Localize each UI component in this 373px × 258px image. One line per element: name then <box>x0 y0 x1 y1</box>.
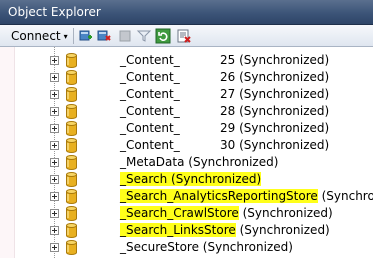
tree-node[interactable]: _MetaData (Synchronized) <box>0 154 373 171</box>
database-label[interactable]: _Search_LinksStore (Synchronized) <box>120 222 330 239</box>
database-status: (Synchronized) <box>198 240 293 254</box>
expand-icon[interactable] <box>50 226 59 235</box>
database-name: _SecureStore <box>120 240 199 254</box>
database-status[interactable]: 25 (Synchronized) <box>220 52 329 69</box>
database-name[interactable]: _Content_ <box>120 69 180 86</box>
expand-icon[interactable] <box>50 141 59 150</box>
database-icon <box>66 223 77 238</box>
database-status[interactable]: 28 (Synchronized) <box>220 103 329 120</box>
database-name[interactable]: _Content_ <box>120 52 180 69</box>
connect-button[interactable]: Connect ▾ <box>11 28 68 44</box>
database-icon <box>66 206 77 221</box>
tree-node[interactable]: _Content_ 27 (Synchronized) <box>0 86 373 103</box>
connect-label: Connect <box>11 29 61 43</box>
expand-icon[interactable] <box>50 209 59 218</box>
database-icon <box>66 138 77 153</box>
window-title: Object Explorer <box>8 5 101 19</box>
expand-icon[interactable] <box>50 175 59 184</box>
database-icon <box>66 155 77 170</box>
database-status[interactable]: 26 (Synchronized) <box>220 69 329 86</box>
database-icon <box>66 240 77 255</box>
toolbar: Connect ▾ <box>0 25 373 47</box>
tree-node[interactable]: _Content_ 30 (Synchronized) <box>0 137 373 154</box>
expand-icon[interactable] <box>50 56 59 65</box>
database-status: (Synchronized) <box>321 189 373 203</box>
database-name[interactable]: _Content_ <box>120 137 180 154</box>
tree-node[interactable]: _SecureStore (Synchronized) <box>0 239 373 256</box>
filter-icon[interactable] <box>136 28 152 44</box>
disconnect-server-icon[interactable] <box>96 28 112 44</box>
database-status[interactable]: 29 (Synchronized) <box>220 120 329 137</box>
toolbar-separator <box>73 28 74 44</box>
chevron-down-icon[interactable]: ▾ <box>64 32 68 41</box>
database-status: (Synchronized) <box>184 155 279 169</box>
database-name: _Search <box>120 172 168 186</box>
refresh-icon[interactable] <box>155 28 171 44</box>
database-label[interactable]: _Search_CrawlStore (Synchronized) <box>120 205 333 222</box>
database-name[interactable]: _Content_ <box>120 103 180 120</box>
database-label[interactable]: _SecureStore (Synchronized) <box>120 239 293 256</box>
tree-node[interactable]: _Content_ 25 (Synchronized) <box>0 52 373 69</box>
tree-node[interactable]: _Content_ 29 (Synchronized) <box>0 120 373 137</box>
database-label[interactable]: _Search_AnalyticsReportingStore (Synchro… <box>120 188 373 205</box>
database-icon <box>66 189 77 204</box>
tree-node[interactable]: _Content_ 26 (Synchronized) <box>0 69 373 86</box>
database-name: _Search_CrawlStore <box>120 206 239 220</box>
expand-icon[interactable] <box>50 90 59 99</box>
tree-node[interactable]: _Search_CrawlStore (Synchronized) <box>0 205 373 222</box>
database-name[interactable]: _Content_ <box>120 120 180 137</box>
database-icon <box>66 87 77 102</box>
stop-icon[interactable] <box>117 28 133 44</box>
database-name: _Search_LinksStore <box>120 223 236 237</box>
database-name[interactable]: _Content_ <box>120 86 180 103</box>
expand-icon[interactable] <box>50 243 59 252</box>
database-status: (Synchronized) <box>238 206 333 220</box>
expand-icon[interactable] <box>50 73 59 82</box>
expand-icon[interactable] <box>50 124 59 133</box>
database-icon <box>66 70 77 85</box>
database-status: (Synchronized) <box>235 223 330 237</box>
database-label[interactable]: _MetaData (Synchronized) <box>120 154 278 171</box>
database-icon <box>66 172 77 187</box>
tree-node[interactable]: _Search (Synchronized) <box>0 171 373 188</box>
expand-icon[interactable] <box>50 158 59 167</box>
window-titlebar: Object Explorer <box>0 0 373 25</box>
summary-report-icon[interactable] <box>176 28 192 44</box>
object-explorer-tree[interactable]: _Content_ 25 (Synchronized) _Content_ 26 (S… <box>0 47 373 258</box>
database-name: _Search_AnalyticsReportingStore <box>120 189 318 203</box>
database-status: (Synchronized) <box>167 172 262 186</box>
database-icon <box>66 121 77 136</box>
database-icon <box>66 53 77 68</box>
connect-server-icon[interactable] <box>78 28 94 44</box>
expand-icon[interactable] <box>50 192 59 201</box>
expand-icon[interactable] <box>50 107 59 116</box>
database-status[interactable]: 27 (Synchronized) <box>220 86 329 103</box>
tree-node[interactable]: _Search_AnalyticsReportingStore (Synchro… <box>0 188 373 205</box>
database-label[interactable]: _Search (Synchronized) <box>120 171 262 188</box>
tree-node[interactable]: _Search_LinksStore (Synchronized) <box>0 222 373 239</box>
tree-node[interactable]: _Content_ 28 (Synchronized) <box>0 103 373 120</box>
database-name: _MetaData <box>120 155 185 169</box>
database-icon <box>66 104 77 119</box>
database-status[interactable]: 30 (Synchronized) <box>220 137 329 154</box>
